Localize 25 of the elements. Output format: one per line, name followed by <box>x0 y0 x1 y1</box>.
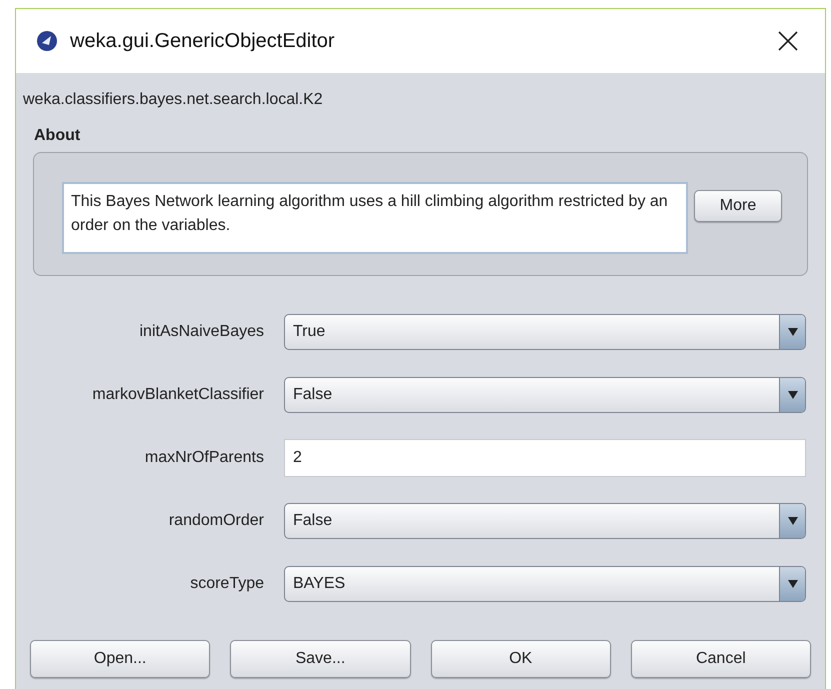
input-field[interactable]: 2 <box>284 439 806 477</box>
dialog-button[interactable]: Save... <box>230 640 410 678</box>
close-icon[interactable] <box>777 30 799 52</box>
dropdown[interactable]: BAYES <box>284 566 806 602</box>
dropdown[interactable]: False <box>284 377 806 413</box>
property-label: initAsNaiveBayes <box>138 322 265 342</box>
property-label: scoreType <box>189 574 265 594</box>
property-label: markovBlanketClassifier <box>91 385 265 405</box>
dialog-button[interactable]: Cancel <box>630 640 811 678</box>
class-name: weka.classifiers.bayes.net.search.local.K2 <box>23 91 323 108</box>
property-label: maxNrOfParents <box>144 448 265 468</box>
dropdown-value: BAYES <box>292 574 346 594</box>
dialog-button[interactable]: OK <box>430 640 611 678</box>
property-label: randomOrder <box>168 511 265 531</box>
dropdown[interactable]: True <box>284 314 806 350</box>
about-text: This Bayes Network learning algorithm uses a hill climbing algorithm restricted by an order on the variables. <box>62 182 688 254</box>
more-button[interactable]: More <box>694 190 782 222</box>
window-title: weka.gui.GenericObjectEditor <box>70 29 336 54</box>
dropdown-value: True <box>292 322 326 342</box>
section-heading: About <box>34 127 80 144</box>
dropdown[interactable]: False <box>284 503 806 539</box>
dialog-button[interactable]: Open... <box>30 640 210 678</box>
dropdown-value: False <box>292 511 334 531</box>
bird-logo-icon <box>36 30 58 52</box>
dropdown-value: False <box>292 385 334 405</box>
